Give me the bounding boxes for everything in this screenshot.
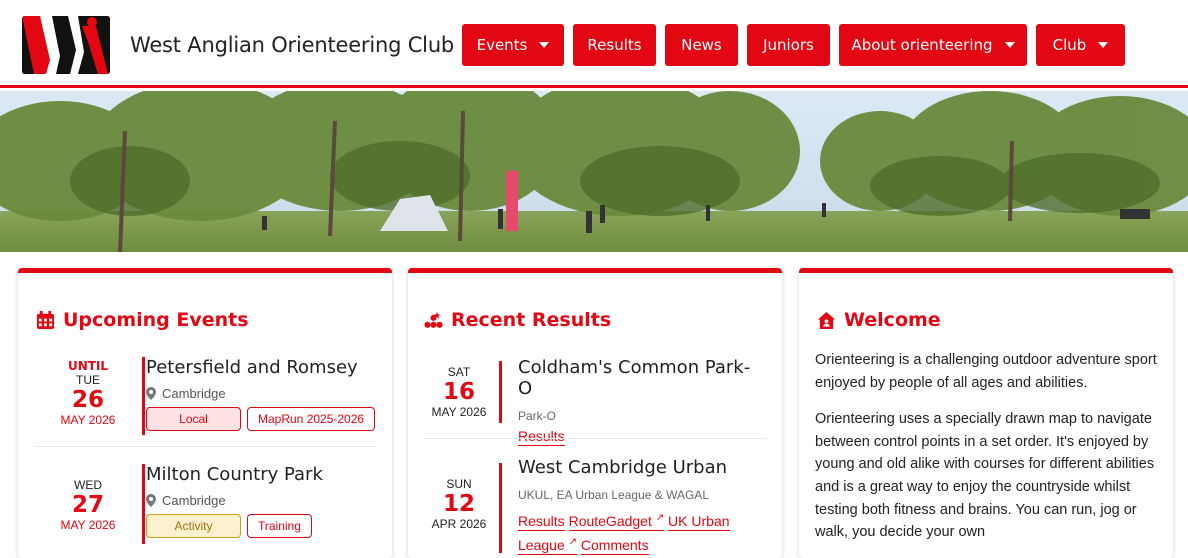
date-divider [499, 463, 502, 553]
upcoming-events-heading: Upcoming Events [36, 309, 249, 331]
card-title-text: Upcoming Events [63, 309, 249, 331]
result-links: Results RouteGadget ↗ UK Urban League ↗ … [518, 507, 768, 556]
welcome-heading: Welcome [817, 309, 941, 331]
logo-icon [22, 16, 110, 74]
day-number: 27 [71, 492, 104, 518]
result-item[interactable]: SUN 12 APR 2026 West Cambridge Urban UKU… [424, 457, 764, 557]
result-subtitle: UKUL, EA Urban League & WAGAL [518, 488, 709, 502]
date-divider [499, 361, 502, 423]
month-year: APR 2026 [431, 517, 487, 531]
chevron-down-icon [1098, 42, 1109, 48]
results-link[interactable]: Results [518, 512, 565, 531]
nav-label: About orienteering [851, 36, 993, 54]
result-name[interactable]: West Cambridge Urban [518, 457, 768, 478]
chevron-down-icon [1004, 42, 1015, 48]
result-info: Coldham's Common Park-O Park-O Results [518, 357, 763, 446]
map-pin-icon [146, 494, 156, 507]
day-of-week: WED [74, 478, 102, 492]
day-of-week: TUE [76, 373, 100, 387]
day-number: 26 [71, 387, 104, 413]
hero-image [0, 91, 1188, 252]
site-header: West Anglian Orienteering Club Events Re… [0, 0, 1188, 88]
event-name[interactable]: Milton Country Park [146, 464, 386, 485]
event-tags: Activity Training [146, 514, 386, 538]
external-link-icon: ↗ [568, 536, 577, 548]
event-info: Milton Country Park Cambridge Activity T… [146, 464, 386, 538]
routegadget-link[interactable]: RouteGadget ↗ [568, 512, 665, 531]
day-number: 16 [442, 379, 475, 405]
card-title-text: Welcome [844, 309, 941, 331]
result-date: SUN 12 APR 2026 [424, 477, 494, 531]
event-info: Petersfield and Romsey Cambridge Local M… [146, 357, 386, 431]
results-link[interactable]: Results [518, 428, 565, 446]
recent-results-heading: Recent Results [424, 309, 611, 331]
welcome-paragraph: Orienteering uses a specially drawn map … [815, 411, 1155, 541]
welcome-card: Welcome Orienteering is a challenging ou… [799, 268, 1173, 558]
event-divider [36, 446, 376, 447]
nav-club[interactable]: Club [1036, 24, 1125, 66]
nav-juniors[interactable]: Juniors [747, 24, 830, 66]
result-info: West Cambridge Urban UKUL, EA Urban Leag… [518, 457, 768, 556]
podium-icon [424, 311, 443, 328]
nav-label: News [681, 36, 722, 54]
tag-training[interactable]: Training [247, 514, 312, 538]
result-item[interactable]: SAT 16 MAY 2026 Coldham's Common Park-O … [424, 357, 764, 446]
result-name[interactable]: Coldham's Common Park-O [518, 357, 763, 399]
day-of-week: SUN [446, 477, 472, 491]
calendar-icon [36, 310, 55, 329]
nav-label: Results [587, 36, 642, 54]
event-name[interactable]: Petersfield and Romsey [146, 357, 386, 378]
date-divider [142, 464, 145, 544]
nav-label: Events [476, 36, 528, 54]
location-text: Cambridge [162, 386, 226, 401]
event-item[interactable]: UNTIL TUE 26 MAY 2026 Petersfield and Ro… [36, 357, 376, 437]
day-of-week: SAT [447, 365, 471, 379]
result-date: SAT 16 MAY 2026 [424, 365, 494, 419]
nav-results[interactable]: Results [573, 24, 656, 66]
nav-label: Club [1052, 36, 1087, 54]
tag-local[interactable]: Local [146, 407, 241, 431]
month-year: MAY 2026 [431, 405, 487, 419]
nav-news[interactable]: News [665, 24, 738, 66]
house-icon [817, 311, 836, 329]
upcoming-events-card: Upcoming Events UNTIL TUE 26 MAY 2026 Pe… [18, 268, 392, 558]
event-location: Cambridge [146, 493, 386, 508]
external-link-icon: ↗ [655, 512, 665, 523]
link-text: RouteGadget [568, 512, 652, 529]
map-pin-icon [146, 387, 156, 400]
event-date: UNTIL TUE 26 MAY 2026 [36, 359, 140, 427]
card-title-text: Recent Results [451, 309, 612, 331]
tag-activity[interactable]: Activity [146, 514, 241, 538]
month-year: MAY 2026 [60, 518, 116, 532]
site-title[interactable]: West Anglian Orienteering Club [130, 33, 454, 57]
date-divider [142, 357, 145, 435]
location-text: Cambridge [162, 493, 226, 508]
comments-link[interactable]: Comments [580, 537, 649, 556]
event-item[interactable]: WED 27 MAY 2026 Milton Country Park Camb… [36, 464, 376, 544]
welcome-paragraph: Orienteering is a challenging outdoor ad… [815, 352, 1157, 391]
nav-about-orienteering[interactable]: About orienteering [839, 24, 1027, 66]
recent-results-card: Recent Results SAT 16 MAY 2026 Coldham's… [408, 268, 782, 558]
month-year: MAY 2026 [60, 413, 116, 427]
event-date: WED 27 MAY 2026 [36, 478, 140, 532]
event-tags: Local MapRun 2025-2026 [146, 407, 386, 431]
nav-events[interactable]: Events [462, 24, 564, 66]
club-logo[interactable] [22, 16, 110, 74]
result-subtitle: Park-O [518, 409, 557, 423]
chevron-down-icon [539, 42, 550, 48]
result-divider [424, 438, 767, 439]
result-links: Results [518, 428, 763, 446]
welcome-body: Orienteering is a challenging outdoor ad… [815, 349, 1160, 558]
day-number: 12 [442, 491, 475, 517]
nav-label: Juniors [763, 36, 814, 54]
tag-maprun[interactable]: MapRun 2025-2026 [247, 407, 376, 431]
event-location: Cambridge [146, 386, 386, 401]
until-label: UNTIL [67, 359, 109, 373]
